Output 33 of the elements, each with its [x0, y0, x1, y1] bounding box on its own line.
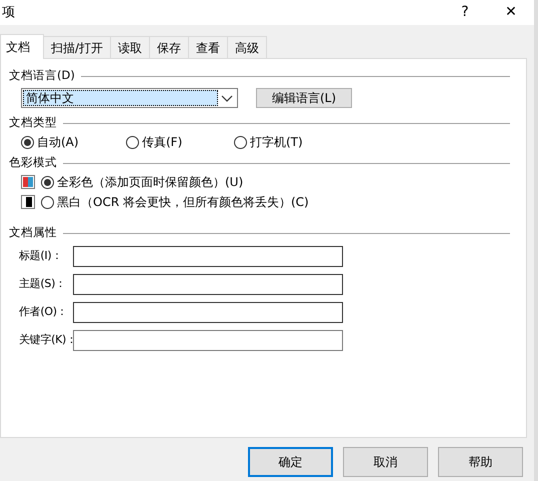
- radio-button[interactable]: [41, 176, 54, 188]
- section-heading: 色彩模式: [9, 154, 57, 172]
- tab[interactable]: 高级: [227, 36, 268, 59]
- input-field[interactable]: [73, 246, 343, 267]
- field-label: 主题(S)：: [18, 276, 67, 292]
- input-field[interactable]: [73, 302, 343, 323]
- radio-label[interactable]: 自动(A): [37, 133, 79, 151]
- window-title: 项: [1, 4, 16, 22]
- section-heading: 文档属性: [9, 224, 57, 242]
- field-label: 标题(I)：: [18, 248, 64, 264]
- dialog-button[interactable]: 帮助: [438, 447, 523, 477]
- radio-label[interactable]: 全彩色（添加页面时保留颜色）(U): [57, 173, 244, 191]
- field-label: 关键字(K)：: [18, 332, 73, 348]
- radio-label[interactable]: 传真(F): [142, 133, 182, 151]
- field-label: 作者(O)：: [18, 304, 68, 320]
- radio-label[interactable]: 打字机(T): [250, 133, 303, 151]
- monochrome-icon: [21, 195, 35, 209]
- section-heading: 文档类型: [9, 114, 57, 132]
- edit-language-button[interactable]: 编辑语言(L): [256, 88, 352, 108]
- color-swatch-icon: [21, 175, 35, 189]
- help-button[interactable]: ?: [442, 0, 488, 25]
- radio-button[interactable]: [234, 136, 247, 148]
- radio-label[interactable]: 黑白（OCR 将会更快，但所有颜色将丢失）(C): [57, 193, 309, 211]
- close-button[interactable]: ✕: [488, 0, 534, 25]
- dialog-button[interactable]: 取消: [343, 447, 428, 477]
- language-dropdown[interactable]: 简体中文: [21, 88, 238, 108]
- radio-button[interactable]: [126, 136, 139, 148]
- input-field[interactable]: [73, 274, 343, 295]
- radio-button[interactable]: [21, 136, 34, 148]
- radio-button[interactable]: [41, 196, 54, 208]
- dialog-button[interactable]: 确定: [248, 447, 333, 477]
- section-heading: 文档语言(D): [9, 67, 75, 84]
- tab[interactable]: 文档: [0, 34, 44, 59]
